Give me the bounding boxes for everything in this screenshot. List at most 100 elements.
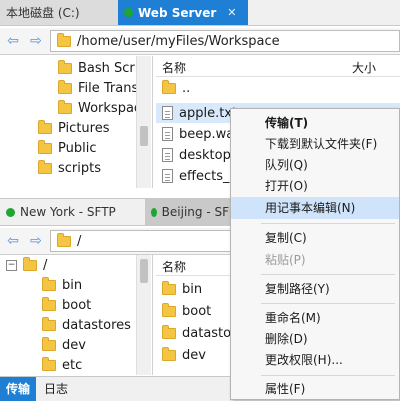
list-item-label: desktop. xyxy=(179,147,235,163)
menu-separator xyxy=(261,303,395,304)
list-item-label: apple.txt xyxy=(179,105,238,121)
path-text: /home/user/myFiles/Workspace xyxy=(77,33,280,49)
connected-status-icon xyxy=(124,8,133,17)
tree-item-label: / xyxy=(43,257,48,273)
tree-item[interactable]: etc xyxy=(42,355,82,375)
tab-local-disk[interactable]: 本地磁盘 (C:) xyxy=(0,0,118,25)
menu-item-properties[interactable]: 属性(F) xyxy=(231,378,399,400)
tree-item[interactable]: Bash Scrip xyxy=(58,58,147,78)
tree-item-label: etc xyxy=(62,357,83,373)
list-item[interactable]: desktop. xyxy=(162,145,235,165)
menu-item-download-default[interactable]: 下载到默认文件夹(F) xyxy=(231,133,399,155)
tab-label: 本地磁盘 (C:) xyxy=(6,6,80,20)
tab-label: New York - SFTP xyxy=(20,205,116,219)
audio-file-icon xyxy=(162,127,173,141)
menu-separator xyxy=(261,274,395,275)
folder-icon xyxy=(42,336,56,351)
tree-item-label: bin xyxy=(62,277,83,293)
folder-icon xyxy=(57,232,71,247)
tree-item-selected[interactable]: Workspac xyxy=(58,98,141,118)
folder-icon xyxy=(162,302,176,317)
collapse-icon[interactable]: − xyxy=(6,259,17,271)
tree-item[interactable]: Pictures xyxy=(38,118,109,138)
folder-icon xyxy=(42,356,56,371)
close-tab-icon[interactable]: ✕ xyxy=(227,6,236,19)
folder-icon xyxy=(162,346,176,361)
menu-item-copy[interactable]: 复制(C) xyxy=(231,227,399,249)
tree-item[interactable]: dev xyxy=(42,335,86,355)
tree-item-label: Public xyxy=(58,140,97,156)
tab-web-server[interactable]: Web Server ✕ xyxy=(118,0,248,25)
tree-item[interactable]: scripts xyxy=(38,158,101,178)
tree-scrollbar[interactable] xyxy=(136,56,151,188)
list-item[interactable]: boot xyxy=(162,301,211,321)
text-file-icon xyxy=(162,106,173,120)
folder-icon xyxy=(38,159,52,174)
list-item[interactable]: .. xyxy=(162,78,190,98)
column-name-header[interactable]: 名称 xyxy=(162,258,186,275)
scrollbar-thumb[interactable] xyxy=(140,259,148,283)
folder-icon xyxy=(162,324,176,339)
tab-label: Web Server xyxy=(138,5,217,20)
menu-item-change-permissions[interactable]: 更改权限(H)... xyxy=(231,349,399,371)
tab-log[interactable]: 日志 xyxy=(38,377,74,401)
back-arrow-icon[interactable]: ⇦ xyxy=(5,233,21,249)
folder-icon xyxy=(57,32,71,47)
scrollbar-thumb[interactable] xyxy=(140,126,148,146)
menu-separator xyxy=(261,375,395,376)
file-icon xyxy=(162,169,173,183)
menu-item-transfer[interactable]: 传输(T) xyxy=(231,112,399,134)
context-menu: 传输(T) 下载到默认文件夹(F) 队列(Q) 打开(O) 用记事本编辑(N) … xyxy=(230,108,400,400)
tree-item[interactable]: boot xyxy=(42,295,91,315)
tree-item[interactable]: bin xyxy=(42,275,82,295)
folder-icon xyxy=(58,59,72,74)
tab-new-york-sftp[interactable]: New York - SFTP xyxy=(0,199,143,225)
tab-beijing-sftp[interactable]: Beijing - SF xyxy=(145,199,235,225)
symlink-folder-icon xyxy=(162,280,176,295)
tree-item-label: dev xyxy=(62,337,86,353)
folder-icon xyxy=(38,119,52,134)
folder-icon xyxy=(23,256,37,271)
menu-item-rename[interactable]: 重命名(M) xyxy=(231,307,399,329)
forward-arrow-icon[interactable]: ⇨ xyxy=(28,233,44,249)
tree-item-root[interactable]: − / xyxy=(6,255,47,275)
folder-icon xyxy=(42,276,56,291)
menu-item-delete[interactable]: 删除(D) xyxy=(231,328,399,350)
menu-item-open[interactable]: 打开(O) xyxy=(231,175,399,197)
column-header: 名称 大小 xyxy=(156,56,400,77)
tab-label: Beijing - SF xyxy=(161,205,229,219)
path-text: / xyxy=(77,233,82,249)
path-input[interactable]: /home/user/myFiles/Workspace xyxy=(50,30,400,52)
file-icon xyxy=(162,148,173,162)
tree-scrollbar[interactable] xyxy=(136,255,151,375)
tree-item[interactable]: Public xyxy=(38,138,96,158)
tree-item-label: scripts xyxy=(58,160,101,176)
connected-status-icon xyxy=(151,207,157,217)
menu-item-queue[interactable]: 队列(Q) xyxy=(231,154,399,176)
tree-item[interactable]: datastores xyxy=(42,315,131,335)
menu-item-paste[interactable]: 粘贴(P) xyxy=(231,249,399,271)
column-name-header[interactable]: 名称 xyxy=(162,59,186,76)
tree-item-label: Pictures xyxy=(58,120,110,136)
top-path-bar: ⇦ ⇨ /home/user/myFiles/Workspace xyxy=(0,28,400,55)
tree-item-label: File Transf xyxy=(78,80,143,96)
folder-icon xyxy=(58,99,72,114)
list-item[interactable]: dev xyxy=(162,345,206,365)
tab-transfers[interactable]: 传输 xyxy=(0,377,37,401)
tree-item-label: boot xyxy=(62,297,92,313)
list-item-label: dev xyxy=(182,347,206,363)
list-item-label: boot xyxy=(182,303,212,319)
list-item[interactable]: bin xyxy=(162,279,202,299)
tree-item-label: Workspac xyxy=(78,100,142,116)
tree-item[interactable]: File Transf xyxy=(58,78,143,98)
column-size-header[interactable]: 大小 xyxy=(352,59,376,76)
forward-arrow-icon[interactable]: ⇨ xyxy=(28,33,44,49)
folder-icon xyxy=(42,296,56,311)
menu-item-copy-path[interactable]: 复制路径(Y) xyxy=(231,278,399,300)
menu-item-edit-notepad[interactable]: 用记事本编辑(N) xyxy=(231,197,399,219)
bottom-folder-tree: − / bin boot datastores dev etc xyxy=(0,255,153,375)
back-arrow-icon[interactable]: ⇦ xyxy=(5,33,21,49)
folder-icon xyxy=(38,139,52,154)
list-item-label: .. xyxy=(182,80,191,96)
connected-status-icon xyxy=(6,207,15,217)
